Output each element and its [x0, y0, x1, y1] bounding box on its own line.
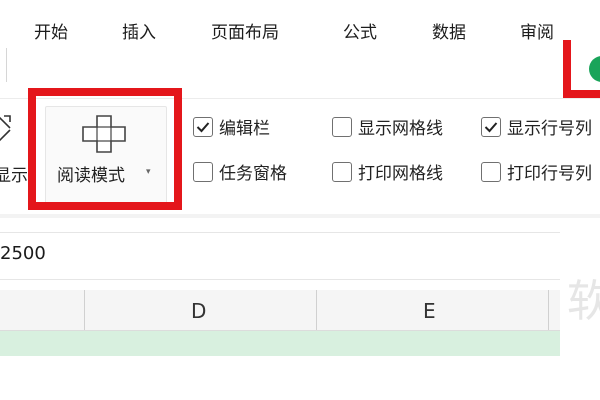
checkbox-show-headings[interactable]: 显示行号列	[481, 114, 592, 139]
expand-icon[interactable]	[0, 112, 18, 146]
tab-data[interactable]: 数据	[432, 18, 466, 43]
show-label-cut-off: 显示	[0, 166, 28, 186]
checkbox-label: 显示行号列	[507, 119, 592, 139]
checkbox-task-pane[interactable]: 任务窗格	[193, 159, 287, 184]
formula-value[interactable]: 2500	[0, 243, 46, 264]
check-icon[interactable]	[481, 116, 501, 137]
column-divider[interactable]	[548, 290, 549, 330]
checkbox-label: 编辑栏	[219, 119, 270, 139]
checkbox-print-headings[interactable]: 打印行号列	[481, 159, 592, 184]
check-icon[interactable]	[193, 116, 213, 137]
column-header-d[interactable]: D	[191, 299, 206, 323]
tab-insert[interactable]: 插入	[122, 18, 156, 43]
checkbox-empty[interactable]	[193, 161, 213, 182]
checkbox-label: 打印行号列	[507, 164, 592, 184]
tab-page-layout[interactable]: 页面布局	[211, 18, 279, 43]
reading-mode-label: 阅读模式	[57, 166, 125, 186]
spreadsheet-app: 开始 插入 页面布局 公式 数据 审阅 显示 阅读模式 ▾ 编辑栏 显示网格线	[0, 0, 600, 400]
checkbox-empty[interactable]	[332, 161, 352, 182]
chevron-down-icon[interactable]: ▾	[146, 167, 151, 177]
checkbox-label: 显示网格线	[358, 119, 443, 139]
checkbox-label: 任务窗格	[219, 164, 287, 184]
selected-row-highlight[interactable]	[0, 331, 560, 356]
formula-bar[interactable]	[0, 232, 560, 280]
menu-divider	[6, 48, 7, 82]
watermark-text: 软	[567, 276, 600, 327]
tab-home[interactable]: 开始	[34, 18, 68, 43]
reading-mode-cross-icon	[82, 115, 126, 153]
ribbon-bottom-border	[0, 214, 600, 218]
menu-bar	[0, 40, 600, 98]
column-divider[interactable]	[84, 290, 85, 330]
tab-formulas[interactable]: 公式	[343, 18, 377, 43]
tab-review[interactable]: 审阅	[520, 18, 554, 43]
column-header-e[interactable]: E	[423, 299, 436, 323]
checkbox-print-gridlines[interactable]: 打印网格线	[332, 159, 443, 184]
checkbox-show-gridlines[interactable]: 显示网格线	[332, 114, 443, 139]
column-divider[interactable]	[316, 290, 317, 330]
checkbox-empty[interactable]	[481, 161, 501, 182]
checkbox-formula-bar[interactable]: 编辑栏	[193, 114, 270, 139]
checkbox-label: 打印网格线	[358, 164, 443, 184]
checkbox-empty[interactable]	[332, 116, 352, 137]
